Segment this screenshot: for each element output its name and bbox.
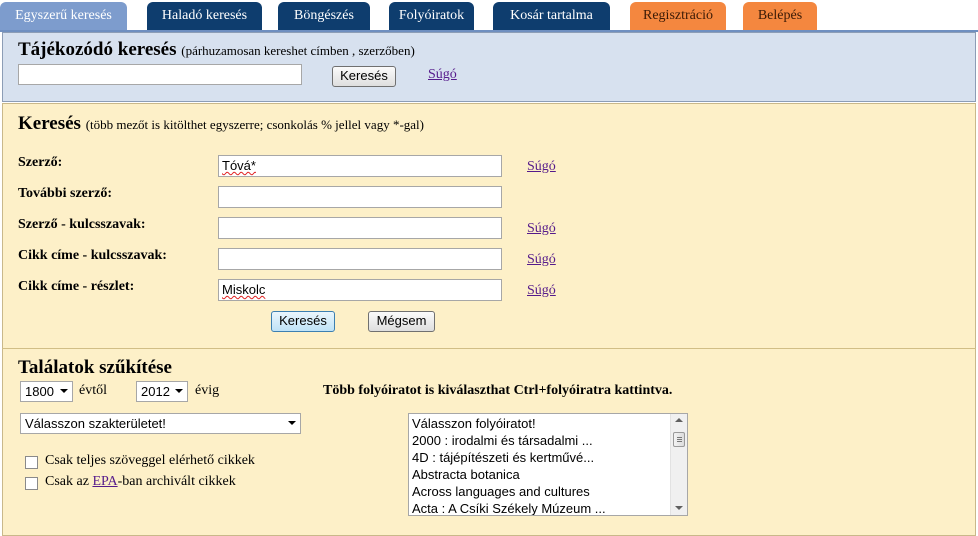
- search-submit-button[interactable]: Keresés: [271, 311, 335, 332]
- title-keywords-help-link[interactable]: Súgó: [527, 252, 556, 268]
- journals-listbox[interactable]: Válasszon folyóiratot! 2000 : irodalmi é…: [408, 413, 688, 516]
- co-author-input[interactable]: [218, 186, 502, 208]
- title-keywords-label: Cikk címe - kulcsszavak:: [18, 248, 167, 263]
- list-item[interactable]: Acta : A Csíki Székely Múzeum ...: [412, 500, 606, 515]
- list-item[interactable]: Válasszon folyóiratot!: [412, 415, 536, 432]
- title-fragment-input[interactable]: Miskolc: [218, 279, 502, 301]
- year-from-value: 1800: [25, 384, 54, 399]
- quick-search-title: Tájékozódó keresés: [18, 39, 177, 60]
- tab-login[interactable]: Belépés: [743, 2, 817, 31]
- scroll-down-icon[interactable]: [675, 506, 683, 510]
- author-input[interactable]: Tóvá*: [218, 155, 502, 177]
- epa-checkbox-label: Csak az EPA-ban archivált cikkek: [45, 474, 236, 490]
- co-author-label: További szerző:: [18, 186, 112, 201]
- journals-scrollbar[interactable]: [670, 414, 687, 515]
- quick-search-help-link[interactable]: Súgó: [428, 67, 457, 83]
- quick-search-heading: Tájékozódó keresés (párhuzamosan kereshe…: [18, 39, 415, 61]
- epa-suffix: -ban archivált cikkek: [117, 474, 236, 489]
- year-to-value: 2012: [141, 384, 170, 399]
- epa-link[interactable]: EPA: [92, 474, 117, 489]
- year-to-select[interactable]: 2012: [136, 381, 188, 402]
- list-item[interactable]: Abstracta botanica: [412, 466, 520, 483]
- title-keywords-input[interactable]: [218, 248, 502, 270]
- author-keywords-label: Szerző - kulcsszavak:: [18, 217, 146, 232]
- quick-search-button[interactable]: Keresés: [332, 66, 396, 87]
- grip-line: [677, 437, 682, 438]
- tab-simple-search[interactable]: Egyszerű keresés: [0, 2, 127, 31]
- fulltext-checkbox[interactable]: [25, 456, 38, 469]
- tab-advanced-search[interactable]: Haladó keresés: [147, 2, 262, 31]
- year-from-label: évtől: [79, 383, 107, 398]
- chevron-down-icon: [175, 389, 183, 393]
- tab-journals[interactable]: Folyóiratok: [389, 2, 474, 31]
- epa-prefix: Csak az: [45, 474, 89, 489]
- tab-cart[interactable]: Kosár tartalma: [493, 2, 610, 31]
- quick-search-input[interactable]: [18, 64, 302, 85]
- field-select[interactable]: Válasszon szakterületet!: [20, 413, 301, 434]
- tab-browse[interactable]: Böngészés: [278, 2, 370, 31]
- chevron-down-icon: [288, 421, 296, 425]
- title-fragment-help-link[interactable]: Súgó: [527, 283, 556, 299]
- author-value: Tóvá*: [222, 158, 256, 173]
- year-to-label: évig: [195, 383, 220, 398]
- quick-search-note: (párhuzamosan kereshet címben , szerzőbe…: [181, 43, 415, 58]
- title-fragment-label: Cikk címe - részlet:: [18, 279, 135, 294]
- author-label: Szerző:: [18, 155, 63, 170]
- field-select-value: Válasszon szakterületet!: [25, 416, 166, 431]
- scrollbar-thumb[interactable]: [673, 432, 685, 447]
- section-divider: [2, 348, 976, 349]
- author-keywords-help-link[interactable]: Súgó: [527, 221, 556, 237]
- list-item[interactable]: 2000 : irodalmi és társadalmi ...: [412, 432, 593, 449]
- tab-bar: Egyszerű keresés Haladó keresés Böngészé…: [0, 0, 978, 32]
- title-fragment-value: Miskolc: [222, 282, 266, 297]
- narrow-title: Találatok szűkítése: [18, 357, 172, 378]
- search-note: (több mezőt is kitölthet egyszerre; cson…: [85, 117, 424, 132]
- journals-hint: Több folyóiratot is kiválaszthat Ctrl+fo…: [323, 383, 673, 398]
- chevron-down-icon: [60, 389, 68, 393]
- author-help-link[interactable]: Súgó: [527, 159, 556, 175]
- grip-line: [677, 439, 682, 440]
- scroll-up-icon[interactable]: [675, 418, 683, 422]
- search-title: Keresés: [18, 113, 81, 134]
- year-from-select[interactable]: 1800: [20, 381, 73, 402]
- cancel-button[interactable]: Mégsem: [368, 311, 435, 332]
- tab-registration[interactable]: Regisztráció: [630, 2, 726, 31]
- grip-line: [677, 441, 682, 442]
- fulltext-checkbox-label: Csak teljes szöveggel elérhető cikkek: [45, 453, 255, 468]
- list-item[interactable]: 4D : tájépítészeti és kertművé...: [412, 449, 594, 466]
- search-heading: Keresés (több mezőt is kitölthet egyszer…: [18, 113, 424, 135]
- epa-checkbox[interactable]: [25, 477, 38, 490]
- list-item[interactable]: Across languages and cultures: [412, 483, 590, 500]
- author-keywords-input[interactable]: [218, 217, 502, 239]
